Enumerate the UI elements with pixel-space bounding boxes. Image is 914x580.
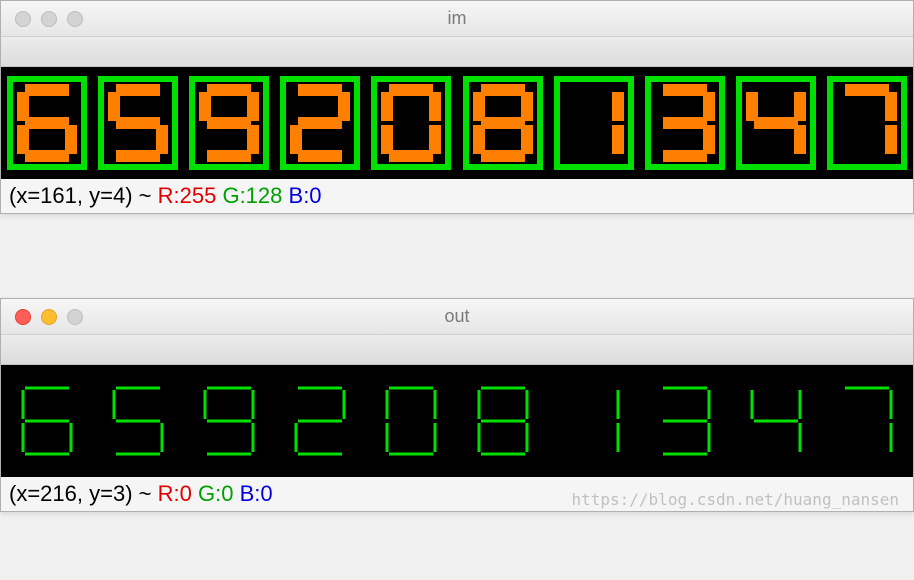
window-title-im: im (1, 8, 913, 29)
digit-cell (645, 76, 725, 170)
toolbar-im (1, 37, 913, 67)
digit-cell (7, 76, 87, 170)
titlebar-out[interactable]: out (1, 299, 913, 335)
r-value: R:255 (158, 183, 217, 209)
b-value: B:0 (289, 183, 322, 209)
window-title-out: out (1, 306, 913, 327)
digit-cell (189, 76, 269, 170)
digit-cell (98, 76, 178, 170)
g-value: G:0 (198, 481, 233, 507)
digit-cell (827, 76, 907, 170)
digit-row-out (1, 365, 913, 477)
r-value: R:0 (158, 481, 192, 507)
digit-cell (371, 374, 451, 468)
g-value: G:128 (222, 183, 282, 209)
digit-row-im (1, 67, 913, 179)
image-canvas-im (1, 67, 913, 179)
toolbar-out (1, 335, 913, 365)
digit-cell (736, 374, 816, 468)
coord-readout: (x=161, y=4) ~ (9, 183, 151, 209)
window-im: im (x=161, y=4) ~ R:255 G:128 B:0 (0, 0, 914, 214)
digit-cell (463, 374, 543, 468)
b-value: B:0 (240, 481, 273, 507)
window-out: out (x=216, y=3) ~ R:0 G:0 B:0 https://b… (0, 298, 914, 512)
digit-cell (645, 374, 725, 468)
digit-cell (554, 76, 634, 170)
digit-cell (7, 374, 87, 468)
image-canvas-out (1, 365, 913, 477)
digit-cell (280, 374, 360, 468)
titlebar-im[interactable]: im (1, 1, 913, 37)
watermark: https://blog.csdn.net/huang_nansen (571, 490, 899, 509)
statusbar-im: (x=161, y=4) ~ R:255 G:128 B:0 (1, 179, 913, 213)
digit-cell (554, 374, 634, 468)
coord-readout: (x=216, y=3) ~ (9, 481, 151, 507)
digit-cell (371, 76, 451, 170)
digit-cell (98, 374, 178, 468)
digit-cell (463, 76, 543, 170)
digit-cell (827, 374, 907, 468)
digit-cell (189, 374, 269, 468)
digit-cell (736, 76, 816, 170)
digit-cell (280, 76, 360, 170)
